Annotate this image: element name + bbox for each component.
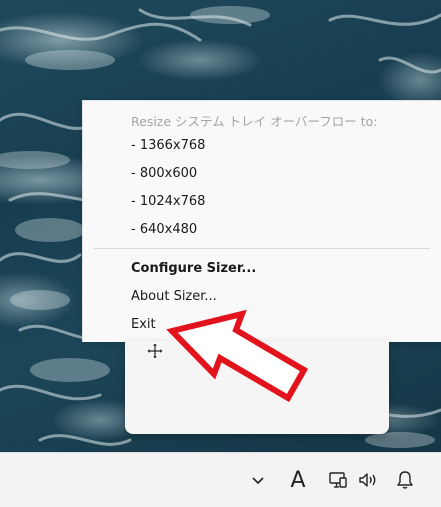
move-cursor-icon — [146, 342, 164, 360]
network-button[interactable] — [325, 453, 351, 507]
volume-icon — [359, 473, 376, 487]
menu-item-exit[interactable]: Exit — [131, 317, 156, 332]
menu-item-size-1024x768[interactable]: - 1024x768 — [131, 194, 205, 209]
menu-item-about[interactable]: About Sizer... — [131, 289, 217, 304]
menu-separator — [94, 248, 430, 249]
menu-header: Resize システム トレイ オーバーフロー to: — [131, 114, 378, 129]
taskbar: A — [0, 452, 441, 507]
notifications-button[interactable] — [392, 453, 418, 507]
menu-item-size-800x600[interactable]: - 800x600 — [131, 166, 197, 181]
tray-overflow-flyout — [125, 341, 389, 434]
ime-icon: A — [290, 467, 306, 493]
network-icon — [329, 472, 347, 488]
bell-icon — [397, 471, 413, 489]
ime-indicator[interactable]: A — [284, 453, 312, 507]
menu-item-size-640x480[interactable]: - 640x480 — [131, 222, 197, 237]
context-menu: Resize システム トレイ オーバーフロー to: - 1366x768 -… — [82, 100, 441, 342]
chevron-up-icon — [252, 477, 264, 485]
volume-button[interactable] — [355, 453, 381, 507]
menu-item-configure[interactable]: Configure Sizer... — [131, 261, 256, 276]
show-hidden-icons-button[interactable] — [244, 453, 272, 507]
menu-item-size-1366x768[interactable]: - 1366x768 — [131, 138, 205, 153]
